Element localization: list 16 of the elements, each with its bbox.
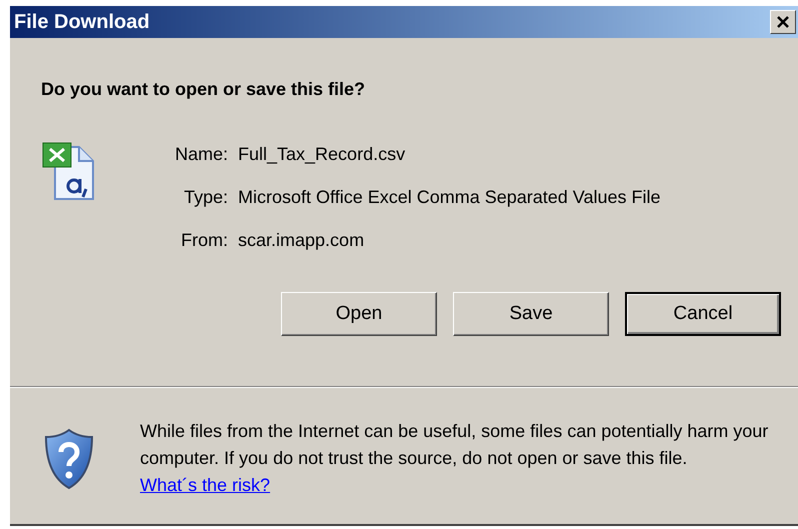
security-shield-icon <box>43 428 95 490</box>
window-title: File Download <box>14 10 150 35</box>
risk-link[interactable]: What´s the risk? <box>140 475 270 495</box>
detail-value: Full_Tax_Record.csv <box>238 143 406 166</box>
detail-label: From: <box>180 229 228 252</box>
detail-label: Type: <box>182 186 228 209</box>
dialog-button[interactable]: Cancel <box>625 292 781 336</box>
question-text: Do you want to open or save this file? <box>41 78 366 101</box>
dialog-button[interactable]: Open <box>281 292 437 336</box>
detail-value: Microsoft Office Excel Comma Separated Values File <box>238 186 661 209</box>
detail-value: scar.imapp.com <box>238 229 366 252</box>
warning-text: While files from the Internet can be useful, some files can potentially harm your computer. If you do not trust the source, do not open or save this file. What´s the risk? <box>140 420 770 497</box>
close-icon <box>776 16 790 28</box>
close-button[interactable] <box>770 10 796 34</box>
dialog-button[interactable]: Save <box>453 292 609 336</box>
detail-label: Name: <box>175 143 228 166</box>
